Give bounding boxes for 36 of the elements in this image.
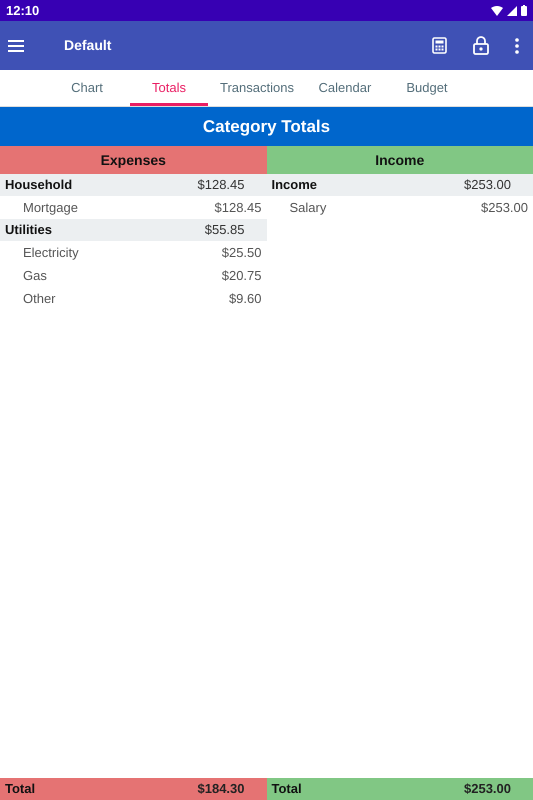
subcategory-amount: $253.00 [481,198,528,217]
section-title: Category Totals [0,107,533,146]
signal-icon [507,6,517,16]
category-name: Utilities [5,221,52,240]
subcategory-name: Gas [23,266,47,285]
subcategory-name: Salary [290,198,326,217]
subcategory-name: Mortgage [23,198,78,217]
battery-icon [521,5,527,16]
category-name: Income [272,176,318,194]
subcategory-amount: $20.75 [222,266,262,285]
total-label: Total [5,780,36,798]
app-title: Default [64,36,112,55]
total-label: Total [272,780,302,798]
category-name: Household [5,176,72,194]
total-amount: $253.00 [464,780,511,798]
menu-button[interactable] [8,40,24,52]
column-header: Income [266,146,533,174]
wifi-icon [491,6,503,16]
more-options-button[interactable] [515,38,519,54]
calculator-button[interactable] [432,37,447,54]
column-header: Expenses [0,146,266,174]
tab[interactable]: Budget [388,70,466,106]
tab[interactable]: Chart [48,70,126,106]
subcategory-amount: $128.45 [214,198,262,217]
tab[interactable]: Calendar [306,70,384,106]
total-amount: $184.30 [198,780,244,798]
clock-time: 12:10 [6,2,40,20]
category-amount: $55.85 [204,221,244,240]
subcategory-name: Other [23,290,56,308]
tab[interactable]: Transactions [212,70,302,106]
subcategory-amount: $9.60 [228,290,262,308]
subcategory-name: Electricity [23,244,79,262]
subcategory-amount: $25.50 [222,244,262,262]
category-amount: $253.00 [464,176,511,194]
lock-button[interactable] [473,36,489,55]
category-amount: $128.45 [198,176,244,194]
